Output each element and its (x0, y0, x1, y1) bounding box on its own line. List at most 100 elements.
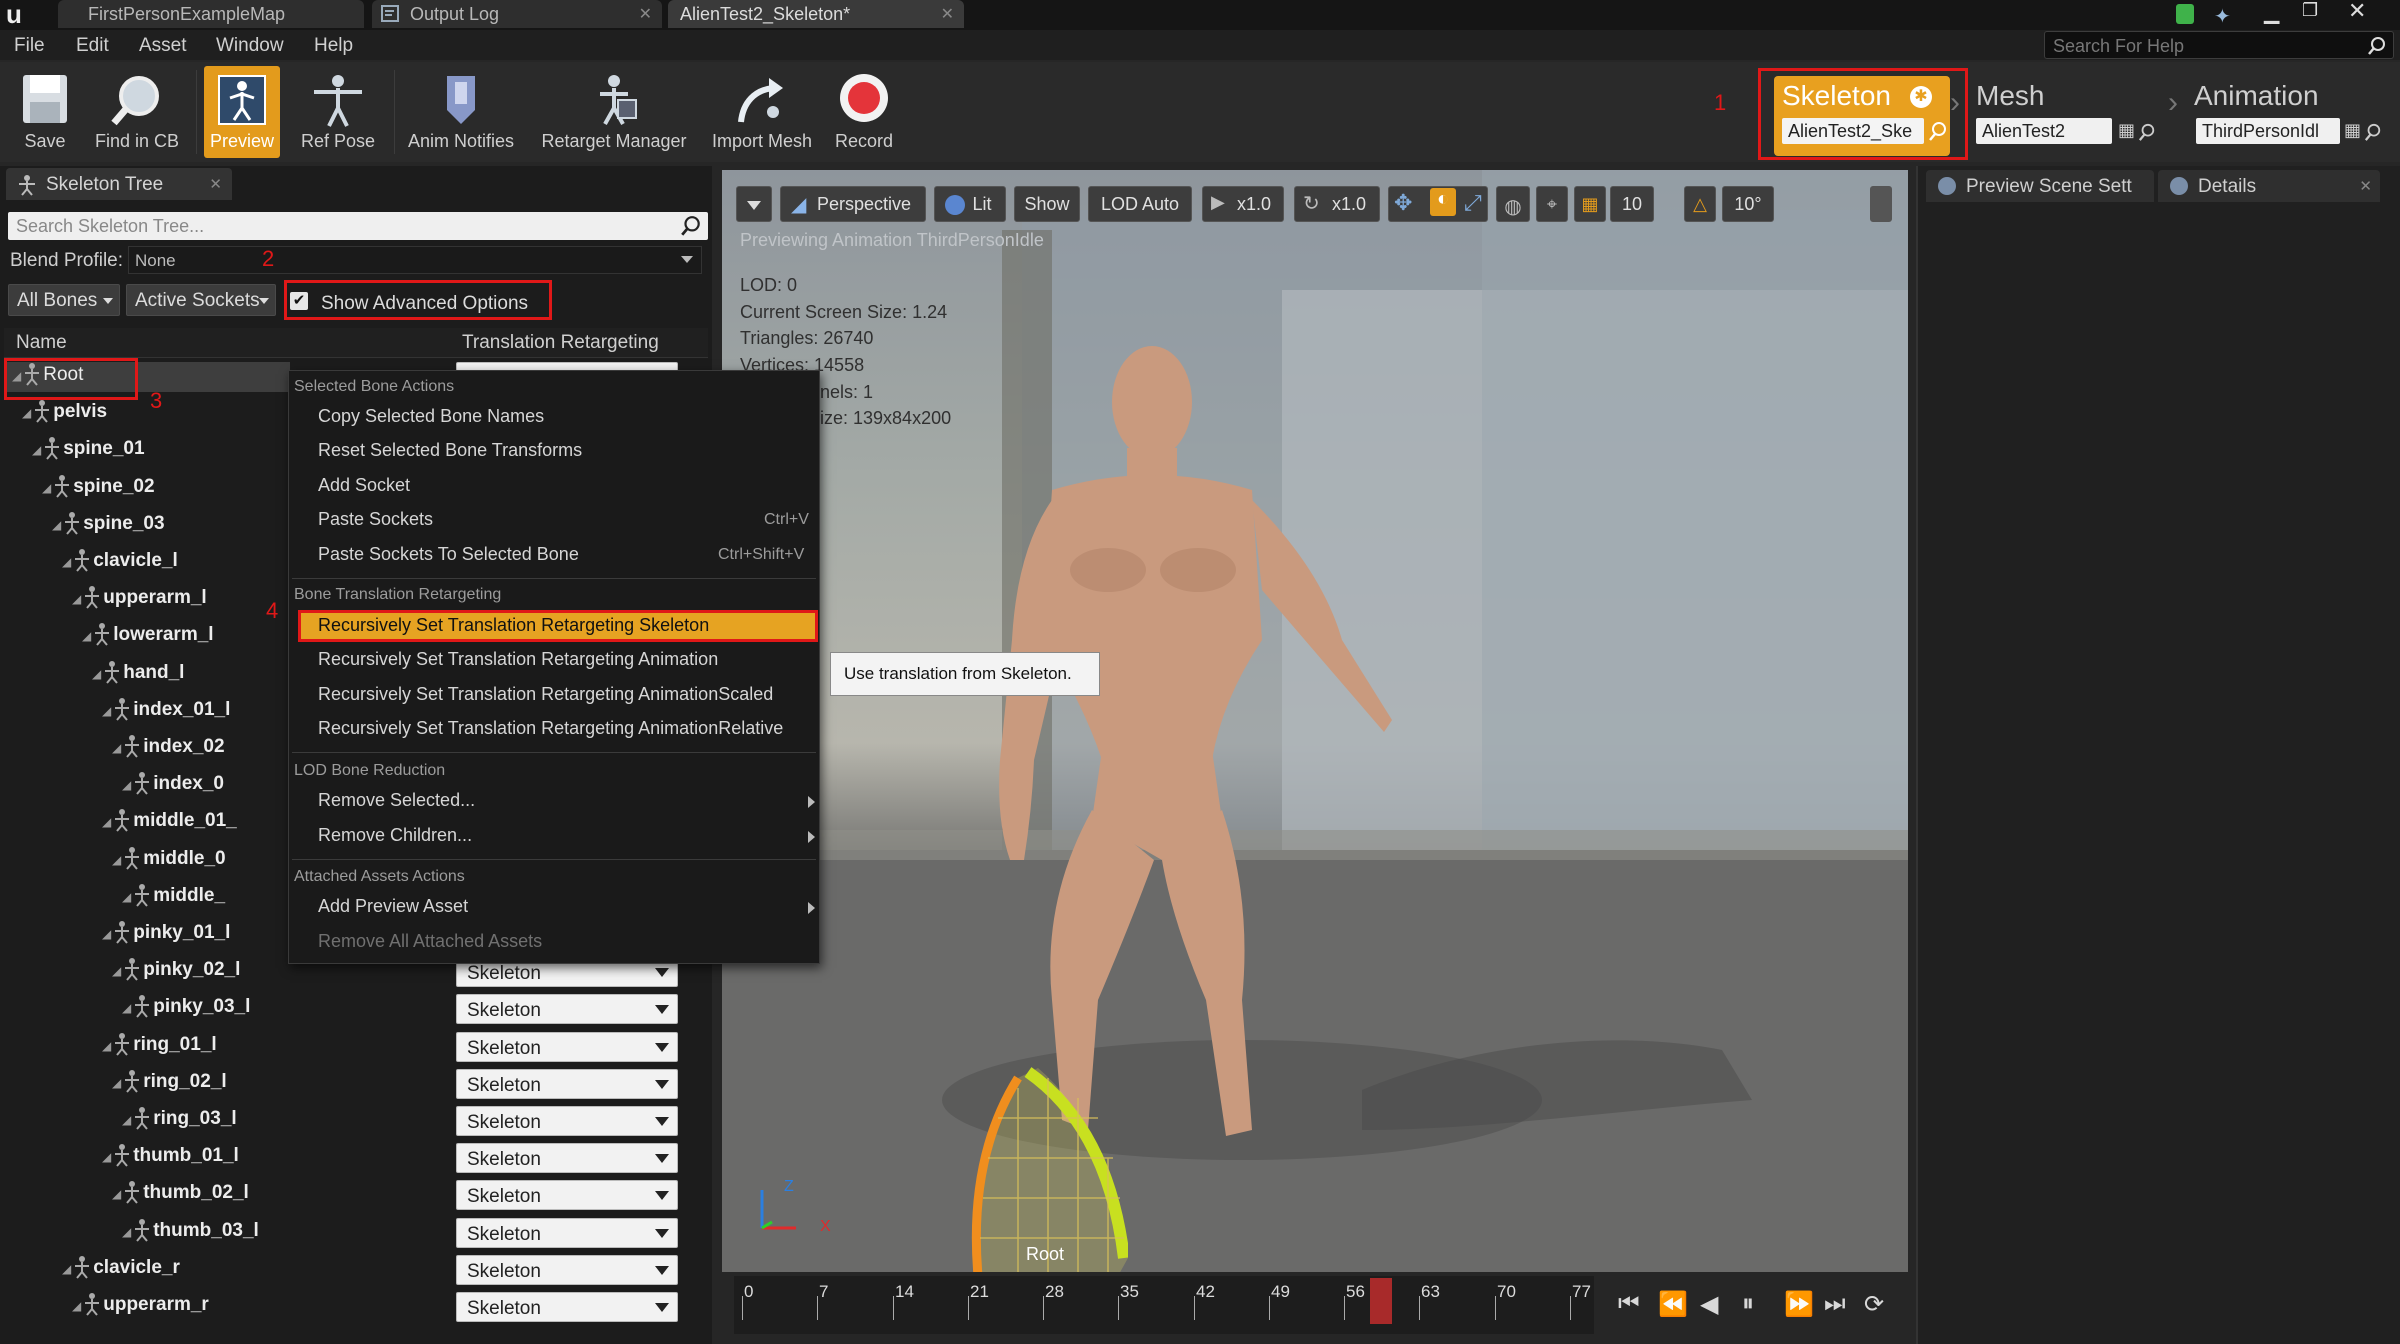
bone-row-14[interactable]: ◢ middle_ (122, 883, 225, 907)
translate-icon[interactable]: ✥ (1394, 190, 1412, 216)
expand-arrow-icon[interactable]: ◢ (32, 443, 41, 457)
mesh-grid-icon[interactable]: ▦ (2118, 120, 2135, 141)
retargeting-dropdown[interactable]: Skeleton (456, 1218, 678, 1248)
lod-dropdown[interactable]: LOD Auto (1088, 186, 1192, 222)
scale-icon[interactable]: ⤢ (1464, 190, 1482, 216)
bone-row-1[interactable]: ◢ pelvis (22, 399, 107, 423)
pause-icon[interactable]: ⏸ (1742, 1290, 1754, 1318)
menu-remove-all-attached-assets[interactable]: Remove All Attached Assets (318, 931, 542, 952)
bone-row-21[interactable]: ◢ thumb_01_l (102, 1143, 239, 1167)
expand-arrow-icon[interactable]: ◢ (122, 890, 131, 904)
bone-row-8[interactable]: ◢ hand_l (92, 660, 184, 684)
timeline-playhead[interactable] (1370, 1278, 1392, 1324)
expand-arrow-icon[interactable]: ◢ (42, 481, 51, 495)
tab-skeleton-editor[interactable]: AlienTest2_Skeleton* ✕ (668, 0, 964, 28)
show-advanced-options-toggle[interactable]: Show Advanced Options (284, 280, 552, 320)
retargeting-dropdown[interactable]: Skeleton (456, 1106, 678, 1136)
menu-paste-sockets[interactable]: Paste Sockets (318, 509, 433, 530)
expand-arrow-icon[interactable]: ◢ (102, 927, 111, 941)
expand-arrow-icon[interactable]: ◢ (62, 1262, 71, 1276)
menu-reset-selected-bone-transforms[interactable]: Reset Selected Bone Transforms (318, 440, 582, 461)
maximize-viewport-button[interactable] (1870, 186, 1892, 222)
animation-browse-icon[interactable] (2364, 122, 2382, 142)
step-forward-icon[interactable]: ⏩ (1784, 1290, 1814, 1319)
menu-file[interactable]: File (14, 35, 45, 57)
bone-row-24[interactable]: ◢ clavicle_r (62, 1255, 180, 1279)
close-window-icon[interactable]: ✕ (2348, 0, 2366, 24)
menu-retarget-animation-relative[interactable]: Recursively Set Translation Retargeting … (318, 718, 783, 739)
engine-logo-icon[interactable]: u (6, 1, 36, 28)
help-search-input[interactable]: Search For Help (2044, 31, 2394, 59)
column-translation-retargeting[interactable]: Translation Retargeting (462, 332, 659, 354)
bone-row-22[interactable]: ◢ thumb_02_l (112, 1180, 249, 1204)
skip-to-end-icon[interactable]: ⏭ (1824, 1290, 1846, 1318)
all-bones-dropdown[interactable]: All Bones (8, 284, 120, 316)
blend-profile-dropdown[interactable]: None (128, 246, 702, 274)
tab-preview-scene-settings[interactable]: Preview Scene Sett (1926, 170, 2154, 202)
expand-arrow-icon[interactable]: ◢ (102, 704, 111, 718)
retargeting-dropdown[interactable]: Skeleton (456, 994, 678, 1024)
perspective-dropdown[interactable]: ◢ Perspective (780, 186, 926, 222)
minimize-icon[interactable]: ▁ (2264, 0, 2279, 25)
viewport-options-dropdown[interactable] (736, 186, 772, 222)
bone-row-18[interactable]: ◢ ring_01_l (102, 1032, 217, 1056)
mesh-browse-icon[interactable] (2138, 122, 2156, 142)
bone-row-16[interactable]: ◢ pinky_02_l (112, 957, 240, 981)
tab-details[interactable]: Details ✕ (2158, 170, 2380, 202)
ref-pose-button[interactable]: Ref Pose (290, 66, 386, 158)
rotation-snap-value[interactable]: 10° (1722, 186, 1774, 222)
tab-output-log[interactable]: Output Log ✕ (372, 0, 662, 28)
retargeting-dropdown[interactable]: Skeleton (456, 1032, 678, 1062)
expand-arrow-icon[interactable]: ◢ (122, 1001, 131, 1015)
close-tab-icon[interactable]: ✕ (2359, 177, 2372, 195)
grid-snap-value[interactable]: 10 (1610, 186, 1654, 222)
mesh-asset-field[interactable]: AlienTest2 (1976, 118, 2112, 144)
expand-arrow-icon[interactable]: ◢ (112, 1076, 121, 1090)
bone-row-25[interactable]: ◢ upperarm_r (72, 1292, 209, 1316)
menu-help[interactable]: Help (314, 35, 353, 57)
expand-arrow-icon[interactable]: ◢ (72, 592, 81, 606)
bone-row-9[interactable]: ◢ index_01_l (102, 697, 230, 721)
record-button[interactable]: Record (824, 66, 904, 158)
notification-icon[interactable]: ✦ (2214, 4, 2231, 29)
bone-row-4[interactable]: ◢ spine_03 (52, 511, 165, 535)
play-rate-dropdown[interactable]: ▶ x1.0 (1202, 186, 1284, 222)
bone-row-17[interactable]: ◢ pinky_03_l (122, 994, 250, 1018)
retargeting-dropdown[interactable]: Skeleton (456, 1069, 678, 1099)
close-tab-icon[interactable]: ✕ (639, 4, 652, 24)
menu-add-socket[interactable]: Add Socket (318, 475, 410, 496)
retargeting-dropdown[interactable]: Skeleton (456, 1180, 678, 1210)
save-button[interactable]: Save (8, 66, 82, 158)
expand-arrow-icon[interactable]: ◢ (82, 629, 91, 643)
search-icon[interactable] (680, 215, 702, 237)
skip-to-start-icon[interactable]: ⏮ (1618, 1290, 1640, 1318)
preview-button[interactable]: Preview (204, 66, 280, 158)
expand-arrow-icon[interactable]: ◢ (112, 964, 121, 978)
expand-arrow-icon[interactable]: ◢ (102, 1039, 111, 1053)
menu-edit[interactable]: Edit (76, 35, 109, 57)
menu-asset[interactable]: Asset (139, 35, 187, 57)
loop-icon[interactable]: ⟳ (1864, 1290, 1884, 1319)
animation-mode-button[interactable]: Animation ThirdPersonIdl ▦ (2194, 76, 2394, 156)
bone-row-13[interactable]: ◢ middle_0 (112, 846, 226, 870)
menu-remove-selected[interactable]: Remove Selected... (318, 790, 475, 811)
surface-snap-button[interactable]: ⌖ (1536, 186, 1568, 222)
search-icon[interactable] (2367, 36, 2387, 56)
expand-arrow-icon[interactable]: ◢ (102, 1150, 111, 1164)
expand-arrow-icon[interactable]: ◢ (72, 1299, 81, 1313)
menu-retarget-skeleton[interactable]: Recursively Set Translation Retargeting … (318, 615, 709, 636)
retargeting-dropdown[interactable]: Skeleton (456, 1143, 678, 1173)
bone-row-10[interactable]: ◢ index_02 (112, 734, 225, 758)
preview-viewport[interactable]: Root Z X (722, 170, 1908, 1272)
play-reverse-icon[interactable]: ◀ (1700, 1290, 1718, 1319)
anim-notifies-button[interactable]: Anim Notifies (402, 66, 520, 158)
expand-arrow-icon[interactable]: ◢ (52, 518, 61, 532)
menu-retarget-animation[interactable]: Recursively Set Translation Retargeting … (318, 649, 718, 670)
source-control-icon[interactable] (2176, 4, 2194, 24)
expand-arrow-icon[interactable]: ◢ (122, 778, 131, 792)
bone-row-19[interactable]: ◢ ring_02_l (112, 1069, 227, 1093)
expand-arrow-icon[interactable]: ◢ (122, 1225, 131, 1239)
expand-arrow-icon[interactable]: ◢ (112, 741, 121, 755)
animation-asset-field[interactable]: ThirdPersonIdl (2196, 118, 2340, 144)
expand-arrow-icon[interactable]: ◢ (112, 1187, 121, 1201)
